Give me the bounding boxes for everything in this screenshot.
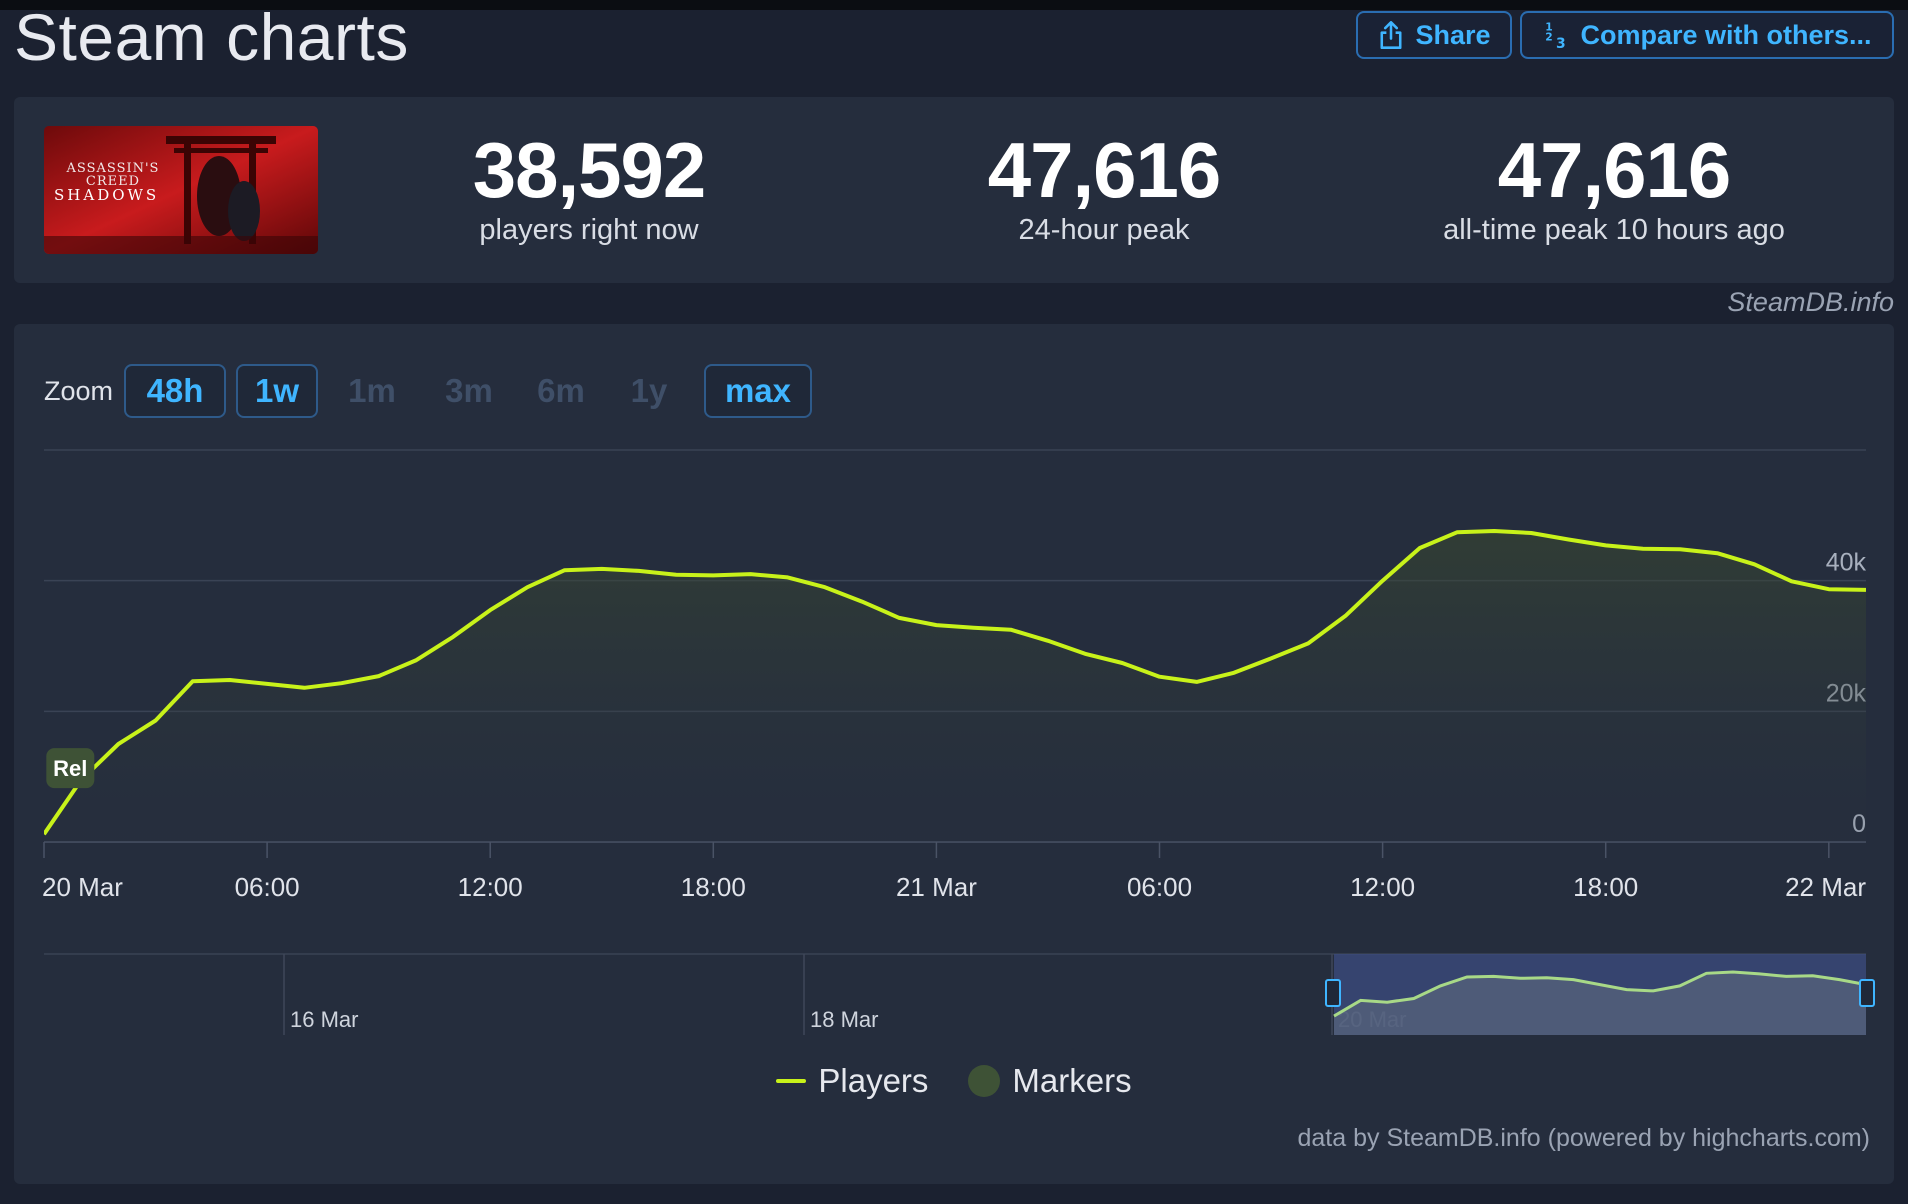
share-icon [1380,21,1402,49]
stat-label: all-time peak 10 hours ago [1443,214,1785,246]
game-logo-bottom: SHADOWS [54,186,160,204]
share-button[interactable]: Share [1356,11,1512,59]
players-chart[interactable]: 020k40k20 Mar06:0012:0018:0021 Mar06:001… [14,324,1894,1184]
chart-legend: Players Markers [14,1062,1894,1100]
legend-label: Markers [1012,1062,1132,1099]
navigator-right-handle[interactable] [1859,979,1875,1007]
navigator-tick-label: 16 Mar [290,1007,358,1032]
chart-credit[interactable]: data by SteamDB.info (powered by highcha… [1298,1124,1871,1153]
x-tick-label: 12:00 [458,872,523,902]
players-line-swatch [776,1079,807,1083]
compare-button[interactable]: 1 2 3 Compare with others... [1520,11,1894,59]
stat-value: 38,592 [472,126,707,214]
y-tick-label: 40k [1826,549,1867,577]
x-tick-label: 06:00 [235,872,300,902]
x-tick-label: 21 Mar [896,872,977,902]
x-tick-label: 12:00 [1350,872,1415,902]
markers-dot-swatch [968,1065,1001,1097]
svg-text:2: 2 [1546,30,1553,43]
stat-label: 24-hour peak [1018,214,1190,246]
svg-text:3: 3 [1556,36,1566,50]
x-tick-label: 18:00 [681,872,746,902]
x-tick-label: 22 Mar [1785,872,1866,902]
footer-strip [0,1192,1908,1204]
x-tick-label: 18:00 [1573,872,1638,902]
share-label: Share [1415,19,1491,50]
game-logo-top: ASSASSIN'S CREED [66,161,160,189]
navigator-left-handle[interactable] [1325,979,1341,1007]
navigator-tick-label: 18 Mar [810,1007,878,1032]
stat-value: 47,616 [987,126,1222,214]
stat-24h-peak: 47,616 24-hour peak [919,129,1289,247]
stat-all-time-peak: 47,616 all-time peak 10 hours ago [1394,129,1834,247]
page-title: Steam charts [14,0,409,74]
numbered-list-icon: 1 2 3 [1546,21,1566,50]
stat-label: players right now [479,214,699,246]
chart-card: Zoom 48h 1w 1m 3m 6m 1y max 020k40k20 Ma… [14,324,1894,1184]
release-marker-label: Rel [53,756,87,781]
x-tick-label: 20 Mar [42,872,123,902]
stat-players-now: 38,592 players right now [404,129,774,247]
legend-item-players[interactable]: Players [776,1062,928,1100]
x-tick-label: 06:00 [1127,872,1192,902]
game-cover-image[interactable]: ASSASSIN'S CREED SHADOWS [44,126,318,254]
steamdb-credit[interactable]: SteamDB.info [1727,287,1894,318]
compare-label: Compare with others... [1580,19,1872,50]
legend-label: Players [818,1062,929,1099]
legend-item-markers[interactable]: Markers [968,1062,1132,1100]
stat-value: 47,616 [1497,126,1732,214]
stats-card: ASSASSIN'S CREED SHADOWS 38,592 players … [14,97,1894,283]
